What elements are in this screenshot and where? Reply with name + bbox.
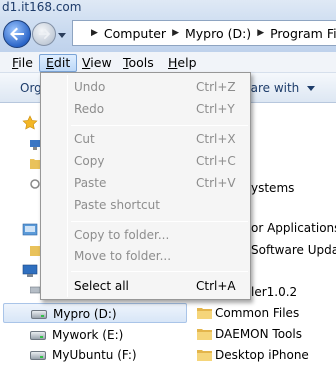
- hard-drive-icon: [31, 310, 47, 319]
- breadcrumb-mypro-drive[interactable]: Mypro (D:): [185, 26, 251, 41]
- hard-drive-icon: [30, 331, 46, 340]
- favorites-star-icon[interactable]: [22, 115, 38, 131]
- breadcrumb-computer[interactable]: Computer: [104, 26, 166, 41]
- menu-edit[interactable]: Edit: [39, 54, 78, 72]
- breadcrumb-program-files[interactable]: Program File: [270, 26, 336, 41]
- menu-item-move-to-folder[interactable]: Move to folder...: [43, 246, 248, 266]
- library-item-icon[interactable]: [30, 245, 40, 257]
- breadcrumb-chevron-icon[interactable]: ▶: [257, 28, 264, 38]
- menu-separator: [71, 271, 248, 272]
- nav-item-label: Mywork (E:): [52, 328, 124, 342]
- local-disk-c-icon[interactable]: [30, 286, 40, 294]
- desktop-icon[interactable]: [30, 140, 40, 150]
- downloads-folder-icon[interactable]: [30, 157, 40, 169]
- menu-separator: [71, 221, 248, 222]
- nav-item-myubuntu-drive[interactable]: MyUbuntu (F:): [0, 345, 188, 365]
- edit-menu-dropdown: Undo Ctrl+Z Redo Ctrl+Y Cut Ctrl+X Copy Ctrl…: [40, 72, 251, 300]
- folder-icon: [197, 329, 212, 340]
- back-button[interactable]: [3, 20, 31, 48]
- forward-arrow-icon: [38, 28, 50, 40]
- chevron-down-icon: [307, 86, 316, 91]
- nav-item-mywork-drive[interactable]: Mywork (E:): [0, 325, 188, 345]
- menu-help[interactable]: Help: [162, 54, 203, 72]
- menu-view[interactable]: View: [76, 54, 118, 72]
- back-arrow-icon: [10, 27, 24, 41]
- nav-item-mypro-drive[interactable]: Mypro (D:): [3, 303, 187, 323]
- computer-icon[interactable]: [22, 264, 38, 278]
- folder-icon: [197, 350, 212, 361]
- recent-places-icon[interactable]: [30, 178, 40, 190]
- menu-item-undo[interactable]: Undo Ctrl+Z: [43, 77, 248, 97]
- hard-drive-icon: [30, 351, 46, 360]
- forward-button[interactable]: [32, 22, 56, 46]
- breadcrumb-chevron-icon[interactable]: ▶: [172, 28, 179, 38]
- menu-item-cut[interactable]: Cut Ctrl+X: [43, 129, 248, 149]
- nav-item-label: MyUbuntu (F:): [52, 348, 137, 362]
- address-breadcrumb[interactable]: ▶ Computer ▶ Mypro (D:) ▶ Program File: [72, 20, 336, 46]
- menu-file[interactable]: File: [6, 54, 39, 72]
- menu-item-redo[interactable]: Redo Ctrl+Y: [43, 99, 248, 119]
- watermark-text: d1.it168.com: [2, 0, 82, 14]
- nav-item-label: Mypro (D:): [53, 307, 117, 321]
- menu-item-copy[interactable]: Copy Ctrl+C: [43, 151, 248, 171]
- menu-item-copy-to-folder[interactable]: Copy to folder...: [43, 225, 248, 245]
- breadcrumb-chevron-icon[interactable]: ▶: [91, 28, 98, 38]
- menu-item-select-all[interactable]: Select all Ctrl+A: [43, 276, 248, 296]
- menu-separator: [71, 125, 248, 126]
- menu-tools[interactable]: Tools: [117, 54, 160, 72]
- organize-button[interactable]: Org: [20, 81, 42, 95]
- menu-item-paste-shortcut[interactable]: Paste shortcut: [43, 195, 248, 215]
- menu-item-paste[interactable]: Paste Ctrl+V: [43, 173, 248, 193]
- share-with-button[interactable]: hare with: [243, 81, 316, 95]
- recent-pages-chevron-icon[interactable]: [57, 30, 67, 40]
- folder-icon: [197, 308, 212, 319]
- menu-bar: File Edit View Tools Help: [0, 52, 336, 73]
- libraries-icon[interactable]: [22, 222, 38, 236]
- address-bar-region: d1.it168.com ▶ Computer ▶ Mypro (D:) ▶ P…: [0, 0, 336, 52]
